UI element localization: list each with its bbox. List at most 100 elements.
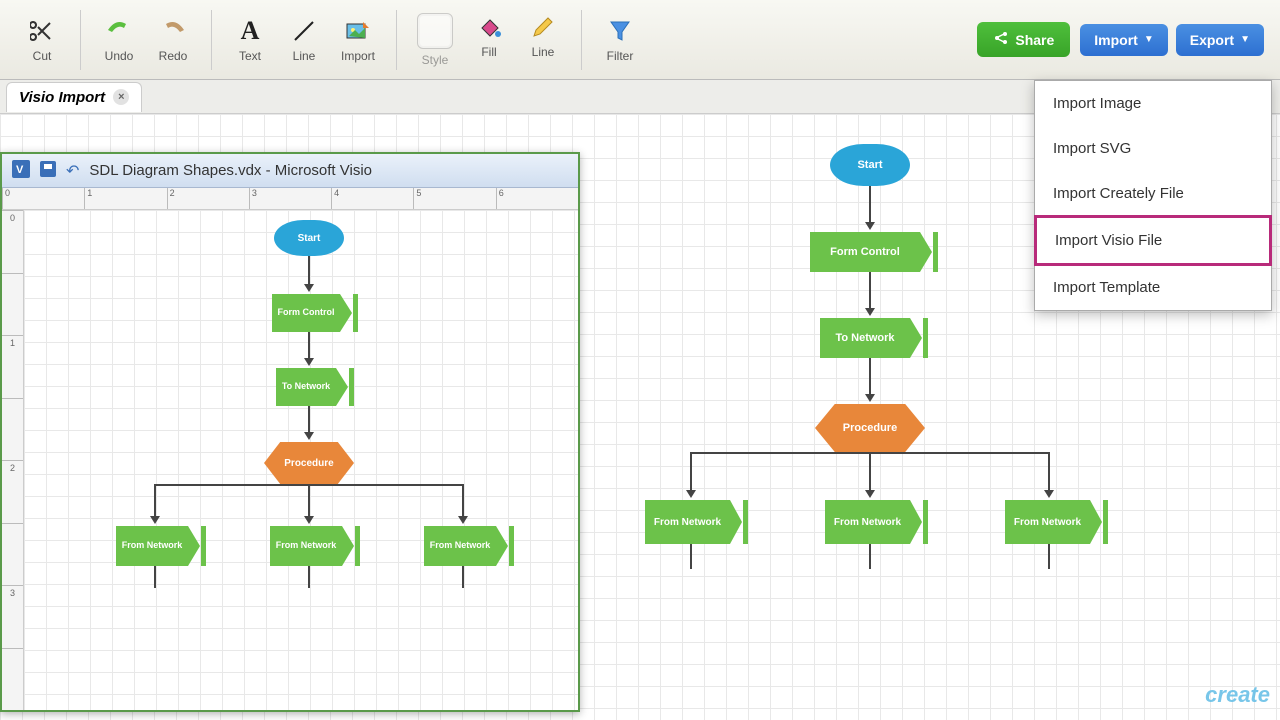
fill-tool[interactable]: Fill — [465, 9, 513, 63]
arrow-head-icon — [686, 490, 696, 498]
pencil-icon — [529, 13, 557, 41]
separator — [211, 10, 212, 70]
visio-h-ruler: 0123456 — [2, 188, 578, 210]
connector[interactable] — [154, 484, 156, 518]
arrow-head-icon — [865, 394, 875, 402]
menu-import-creately[interactable]: Import Creately File — [1035, 171, 1271, 216]
shape-from-network-2[interactable]: From Network — [825, 500, 910, 544]
undo-icon — [105, 17, 133, 45]
paint-bucket-icon — [475, 13, 503, 41]
visio-shape-from-3[interactable]: From Network — [424, 526, 496, 566]
scissors-icon — [28, 17, 56, 45]
image-import-icon — [344, 17, 372, 45]
visio-shape-procedure[interactable]: Procedure — [264, 442, 354, 484]
funnel-icon — [606, 17, 634, 45]
arrow-head-icon — [865, 308, 875, 316]
style-swatch-icon — [417, 13, 453, 49]
filter-label: Filter — [607, 49, 634, 63]
separator — [80, 10, 81, 70]
tab-close-icon[interactable]: × — [113, 89, 129, 105]
arrow-head-icon — [304, 432, 314, 440]
style-label: Style — [422, 53, 449, 67]
undo-icon[interactable]: ↶ — [66, 161, 79, 181]
connector[interactable] — [308, 566, 310, 588]
menu-import-svg[interactable]: Import SVG — [1035, 126, 1271, 171]
fill-label: Fill — [481, 45, 496, 59]
shape-from-network-3[interactable]: From Network — [1005, 500, 1090, 544]
visio-titlebar: V ↶ SDL Diagram Shapes.vdx - Microsoft V… — [2, 154, 578, 188]
redo-icon — [159, 17, 187, 45]
export-btn-label: Export — [1190, 32, 1234, 48]
arrow-head-icon — [865, 490, 875, 498]
connector[interactable] — [308, 332, 310, 360]
connector[interactable] — [869, 544, 871, 569]
visio-v-ruler: 0123 — [2, 210, 24, 710]
separator — [581, 10, 582, 70]
share-icon — [993, 30, 1009, 49]
arrow-head-icon — [458, 516, 468, 524]
import-image-tool[interactable]: Import — [334, 13, 382, 67]
connector[interactable] — [869, 272, 871, 310]
dropdown-caret-icon: ▼ — [1144, 34, 1154, 45]
visio-shape-to-network[interactable]: To Network — [276, 368, 336, 406]
connector[interactable] — [462, 566, 464, 588]
line-style-tool[interactable]: Line — [519, 9, 567, 63]
text-label: Text — [239, 49, 261, 63]
visio-shape-start[interactable]: Start — [274, 220, 344, 256]
line-icon — [290, 17, 318, 45]
main-toolbar: Cut Undo Redo A Text Line — [0, 0, 1280, 80]
visio-shape-from-2[interactable]: From Network — [270, 526, 342, 566]
visio-canvas[interactable]: Start Form Control To Network Procedure … — [24, 210, 578, 710]
dropdown-caret-icon: ▼ — [1240, 34, 1250, 45]
line-tool[interactable]: Line — [280, 13, 328, 67]
visio-window: V ↶ SDL Diagram Shapes.vdx - Microsoft V… — [0, 152, 580, 712]
arrow-head-icon — [304, 284, 314, 292]
connector[interactable] — [308, 256, 310, 286]
menu-import-template[interactable]: Import Template — [1035, 265, 1271, 310]
shape-procedure[interactable]: Procedure — [815, 404, 925, 452]
undo-label: Undo — [105, 49, 134, 63]
export-button[interactable]: Export ▼ — [1176, 24, 1264, 56]
visio-shape-from-1[interactable]: From Network — [116, 526, 188, 566]
undo-tool[interactable]: Undo — [95, 13, 143, 67]
share-button[interactable]: Share — [977, 22, 1070, 57]
save-icon[interactable] — [40, 161, 56, 180]
tab-title: Visio Import — [19, 89, 105, 106]
import-button[interactable]: Import ▼ — [1080, 24, 1167, 56]
import-img-label: Import — [341, 49, 375, 63]
tab-visio-import[interactable]: Visio Import × — [6, 82, 142, 112]
arrow-head-icon — [304, 516, 314, 524]
import-dropdown-menu: Import Image Import SVG Import Creately … — [1034, 80, 1272, 311]
shape-to-network[interactable]: To Network — [820, 318, 910, 358]
connector[interactable] — [690, 452, 692, 492]
menu-import-image[interactable]: Import Image — [1035, 81, 1271, 126]
connector[interactable] — [869, 186, 871, 224]
separator — [396, 10, 397, 70]
menu-import-visio[interactable]: Import Visio File — [1034, 215, 1272, 266]
connector[interactable] — [869, 358, 871, 396]
filter-tool[interactable]: Filter — [596, 13, 644, 67]
style-tool[interactable]: Style — [411, 9, 459, 71]
arrow-head-icon — [865, 222, 875, 230]
connector[interactable] — [308, 484, 310, 518]
cut-tool[interactable]: Cut — [18, 13, 66, 67]
connector[interactable] — [154, 566, 156, 588]
redo-tool[interactable]: Redo — [149, 13, 197, 67]
connector[interactable] — [690, 544, 692, 569]
text-tool[interactable]: A Text — [226, 13, 274, 67]
visio-shape-form-control[interactable]: Form Control — [272, 294, 340, 332]
import-btn-label: Import — [1094, 32, 1138, 48]
line-label: Line — [293, 49, 316, 63]
creately-watermark: create — [1205, 682, 1270, 708]
visio-title: SDL Diagram Shapes.vdx - Microsoft Visio — [89, 162, 372, 179]
connector[interactable] — [1048, 452, 1050, 492]
connector[interactable] — [462, 484, 464, 518]
connector[interactable] — [308, 406, 310, 434]
shape-from-network-1[interactable]: From Network — [645, 500, 730, 544]
connector[interactable] — [1048, 544, 1050, 569]
shape-start[interactable]: Start — [830, 144, 910, 186]
text-icon: A — [236, 17, 264, 45]
connector[interactable] — [869, 452, 871, 492]
visio-app-icon: V — [12, 160, 30, 181]
shape-form-control[interactable]: Form Control — [810, 232, 920, 272]
